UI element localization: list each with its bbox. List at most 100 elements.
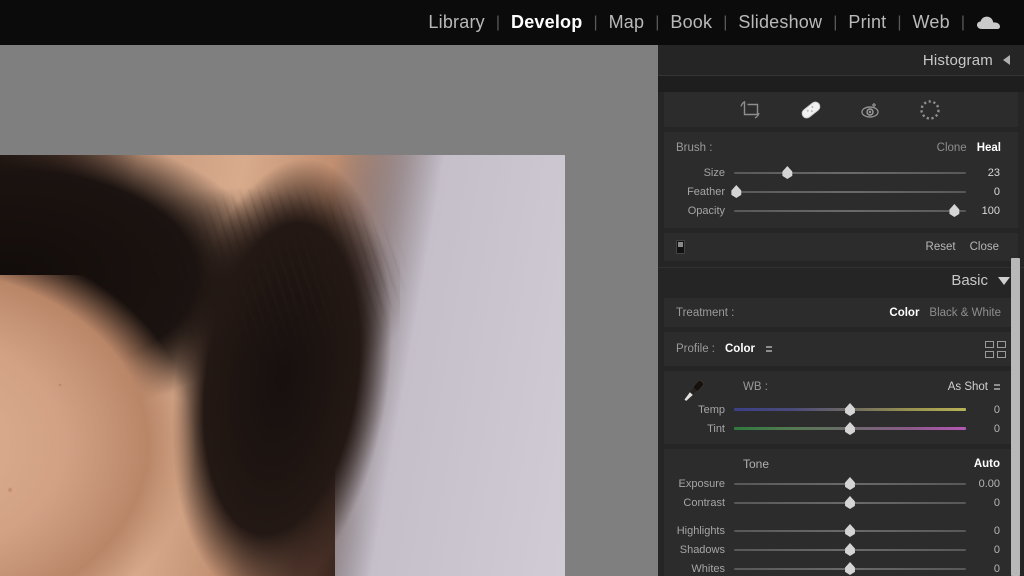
tone-section: Tone Auto Exposure 0.00 Contrast 0 Highligh… (664, 449, 1018, 576)
photo-preview[interactable] (0, 155, 565, 576)
brush-slider-list: Size 23 Feather 0 Opacity 100 (664, 163, 1018, 220)
module-tab-book[interactable]: Book (659, 12, 723, 33)
spot-removal-icon[interactable] (798, 98, 824, 122)
module-tab-library[interactable]: Library (417, 12, 495, 33)
cloud-sync-icon[interactable] (965, 15, 1008, 31)
auto-tone-button[interactable]: Auto (974, 458, 1000, 470)
slider-value-size[interactable]: 23 (966, 167, 1010, 179)
close-button[interactable]: Close (963, 241, 1006, 253)
module-tab-slideshow[interactable]: Slideshow (727, 12, 833, 33)
slider-value-tint[interactable]: 0 (966, 423, 1010, 435)
eyedropper-icon[interactable] (676, 376, 710, 411)
slider-track-whites[interactable] (734, 559, 966, 576)
slider-row-tint: Tint 0 (664, 419, 1018, 438)
brush-actions-row: Reset Close (664, 233, 1018, 261)
slider-handle-tint[interactable] (845, 422, 855, 435)
slider-value-opacity[interactable]: 100 (966, 205, 1010, 217)
brush-section: Brush : Clone Heal Size 23 Feather 0 Opacity… (664, 132, 1018, 228)
slider-row-contrast: Contrast 0 (664, 493, 1018, 512)
slider-value-temp[interactable]: 0 (966, 404, 1010, 416)
slider-value-exposure[interactable]: 0.00 (966, 478, 1010, 490)
slider-row-feather: Feather 0 (664, 182, 1018, 201)
module-tab-develop[interactable]: Develop (500, 12, 593, 33)
slider-rail (734, 191, 966, 193)
slider-label-size: Size (703, 166, 725, 179)
slider-handle-size[interactable] (782, 166, 793, 179)
slider-row-whites: Whites 0 (664, 559, 1018, 576)
slider-track-size[interactable] (734, 163, 966, 182)
tone-slider-list-primary: Exposure 0.00 Contrast 0 (664, 474, 1018, 512)
module-list: Library | Develop | Map | Book | Slideshow | Print… (417, 12, 965, 33)
slider-value-contrast[interactable]: 0 (966, 497, 1010, 509)
lightroom-develop-window: Library | Develop | Map | Book | Slideshow | Print… (0, 0, 1024, 576)
dropdown-arrows-icon[interactable] (766, 346, 773, 352)
crop-overlay-icon[interactable] (738, 98, 764, 122)
clone-mode-button[interactable]: Clone (932, 142, 972, 154)
slider-handle-exposure[interactable] (845, 477, 855, 490)
wb-value[interactable]: As Shot (948, 381, 988, 393)
basic-panel-header[interactable]: Basic (658, 267, 1024, 293)
slider-handle-temp[interactable] (845, 403, 855, 416)
slider-label-contrast: Contrast (683, 496, 725, 509)
wb-row: WB : As Shot (664, 374, 1018, 401)
treatment-color-button[interactable]: Color (884, 307, 924, 319)
slider-row-opacity: Opacity 100 (664, 201, 1018, 220)
switch-toggle-icon[interactable] (676, 240, 685, 254)
slider-handle-opacity[interactable] (949, 204, 960, 217)
profile-section: Profile : Color (664, 332, 1018, 366)
slider-label-tint: Tint (707, 422, 725, 435)
slider-label-highlights: Highlights (676, 524, 725, 537)
histogram-graph[interactable] (658, 75, 1024, 92)
slider-handle-contrast[interactable] (845, 496, 855, 509)
module-tab-print[interactable]: Print (837, 12, 897, 33)
wb-slider-list: Temp 0 Tint 0 (664, 400, 1018, 438)
slider-row-temp: Temp 0 (664, 400, 1018, 419)
module-picker-bar: Library | Develop | Map | Book | Slideshow | Print… (0, 0, 1024, 45)
slider-value-shadows[interactable]: 0 (966, 544, 1010, 556)
photo-skin-blemishes (0, 285, 210, 576)
slider-track-highlights[interactable] (734, 521, 966, 540)
slider-handle-whites[interactable] (845, 562, 855, 575)
treatment-section: Treatment : Color Black & White (664, 298, 1018, 327)
heal-mode-button[interactable]: Heal (972, 142, 1006, 154)
tone-slider-list-secondary: Highlights0Shadows0Whites0Blacks0 (664, 521, 1018, 576)
red-eye-correction-icon[interactable] (858, 98, 884, 122)
masking-brush-icon[interactable] (918, 98, 944, 122)
slider-row-size: Size 23 (664, 163, 1018, 182)
histogram-header[interactable]: Histogram (658, 45, 1024, 75)
slider-label-feather: Feather (687, 185, 725, 198)
brush-mode-row: Brush : Clone Heal (664, 138, 1018, 157)
slider-rail (734, 210, 966, 212)
wb-label: WB : (743, 381, 768, 393)
slider-value-feather[interactable]: 0 (966, 186, 1010, 198)
slider-row-highlights: Highlights 0 (664, 521, 1018, 540)
slider-track-contrast[interactable] (734, 493, 966, 512)
profile-label: Profile : (676, 343, 715, 355)
basic-panel-title: Basic (951, 272, 988, 289)
profile-value[interactable]: Color (715, 343, 760, 355)
triangle-down-icon[interactable] (998, 276, 1010, 285)
slider-handle-shadows[interactable] (845, 543, 855, 556)
triangle-left-icon[interactable] (1003, 55, 1010, 65)
module-tab-map[interactable]: Map (598, 12, 656, 33)
right-panel-scrollbar[interactable] (1011, 258, 1020, 576)
reset-button[interactable]: Reset (919, 241, 963, 253)
brush-label: Brush : (676, 141, 713, 154)
slider-track-exposure[interactable] (734, 474, 966, 493)
treatment-label: Treatment : (676, 306, 735, 319)
histogram-title: Histogram (922, 51, 993, 69)
slider-track-tint[interactable] (734, 419, 966, 438)
slider-value-highlights[interactable]: 0 (966, 525, 1010, 537)
slider-track-temp[interactable] (734, 400, 966, 419)
slider-value-whites[interactable]: 0 (966, 563, 1010, 575)
right-develop-panel: Histogram Brush: Clone Heal Size 23 Fea… (658, 45, 1024, 576)
dropdown-arrows-icon[interactable] (994, 384, 1000, 390)
image-canvas[interactable] (0, 45, 658, 576)
profile-grid-icon[interactable] (985, 340, 1006, 358)
module-tab-web[interactable]: Web (902, 12, 961, 33)
slider-track-shadows[interactable] (734, 540, 966, 559)
slider-track-opacity[interactable] (734, 201, 966, 220)
treatment-bw-button[interactable]: Black & White (924, 307, 1006, 319)
slider-track-feather[interactable] (731, 182, 966, 201)
slider-handle-highlights[interactable] (845, 524, 855, 537)
